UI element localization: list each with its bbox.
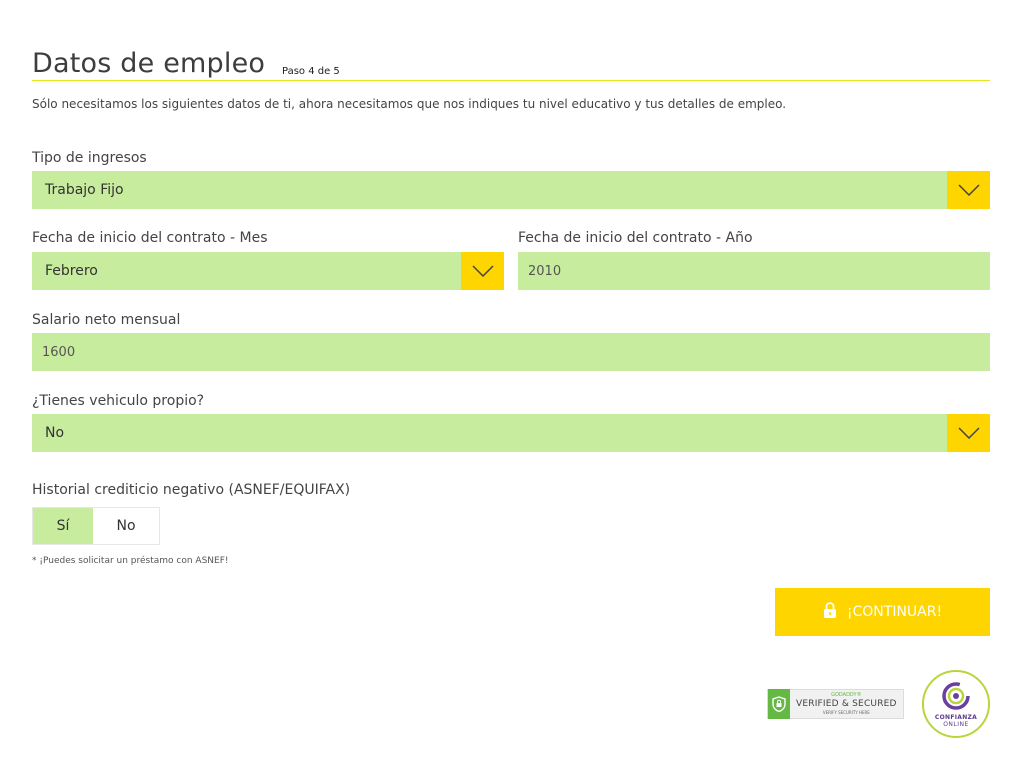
vehiculo-label: ¿Tienes vehiculo propio? [32, 393, 205, 409]
salario-value: 1600 [42, 344, 76, 360]
vehiculo-select[interactable]: No [32, 414, 990, 452]
godaddy-main: VERIFIED & SECURED [796, 699, 897, 709]
tipo-ingresos-select[interactable]: Trabajo Fijo [32, 171, 990, 209]
chevron-down-icon[interactable] [461, 252, 504, 290]
chevron-down-icon[interactable] [947, 414, 990, 452]
confianza-line1: CONFIANZA [934, 714, 978, 721]
godaddy-brand: GODADDY® [831, 692, 862, 698]
historial-option-no[interactable]: No [93, 508, 159, 544]
confianza-logo-icon [942, 682, 970, 710]
historial-option-si[interactable]: Sí [33, 508, 93, 544]
lock-icon [823, 601, 837, 623]
mes-inicio-label: Fecha de inicio del contrato - Mes [32, 230, 268, 246]
tipo-ingresos-value: Trabajo Fijo [45, 182, 124, 198]
shield-icon [768, 689, 790, 719]
mes-inicio-select[interactable]: Febrero [32, 252, 504, 290]
vehiculo-value: No [45, 425, 65, 441]
intro-text: Sólo necesitamos los siguientes datos de… [32, 97, 787, 111]
confianza-online-badge[interactable]: CONFIANZA ONLINE [922, 670, 990, 738]
tipo-ingresos-label: Tipo de ingresos [32, 150, 147, 166]
anio-inicio-label: Fecha de inicio del contrato - Año [518, 230, 753, 246]
confianza-line2: ONLINE [943, 721, 969, 728]
title-divider [32, 80, 990, 81]
salario-label: Salario neto mensual [32, 312, 181, 328]
historial-label: Historial crediticio negativo (ASNEF/EQU… [32, 482, 351, 498]
continue-button[interactable]: ¡CONTINUAR! [775, 588, 990, 636]
asnef-note: * ¡Puedes solicitar un préstamo con ASNE… [32, 556, 229, 566]
step-indicator: Paso 4 de 5 [282, 66, 340, 77]
godaddy-badge[interactable]: GODADDY® VERIFIED & SECURED VERIFY SECUR… [767, 689, 904, 719]
historial-toggle: Sí No [32, 507, 160, 545]
mes-inicio-value: Febrero [45, 263, 98, 279]
chevron-down-icon[interactable] [947, 171, 990, 209]
anio-inicio-input[interactable]: 2010 [518, 252, 990, 290]
continue-label: ¡CONTINUAR! [846, 604, 943, 620]
godaddy-sub: VERIFY SECURITY HERE [822, 710, 870, 715]
anio-inicio-value: 2010 [528, 263, 562, 279]
salario-input[interactable]: 1600 [32, 333, 990, 371]
page-title: Datos de empleo [32, 48, 266, 79]
